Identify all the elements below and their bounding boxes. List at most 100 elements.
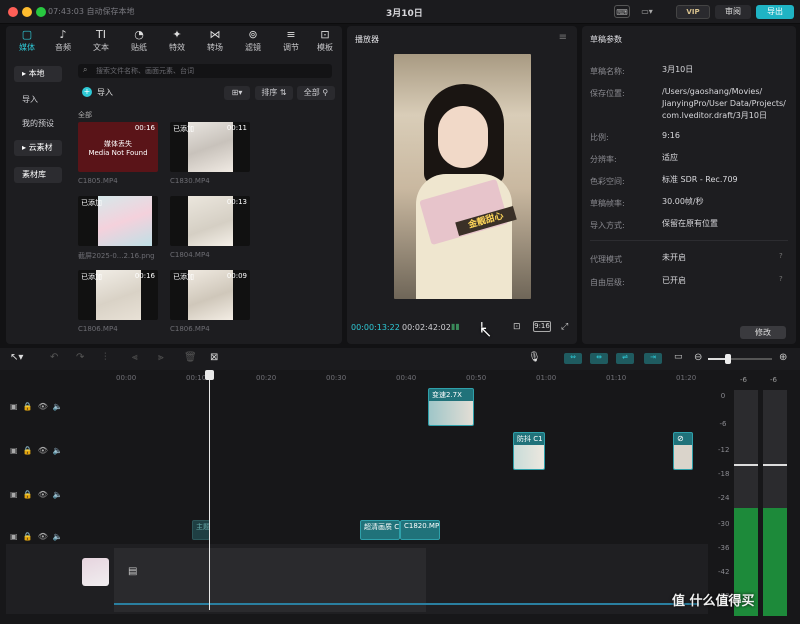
timeline-clip[interactable]: 超清画质 C xyxy=(360,520,400,540)
media-item[interactable]: 已添加 xyxy=(78,196,158,246)
close-window-button[interactable] xyxy=(8,7,18,17)
keyboard-icon[interactable]: ⌨ xyxy=(614,5,630,18)
screenshot-icon[interactable]: ⊡ xyxy=(513,322,521,332)
filter-all-button[interactable]: 全部 ⚲ xyxy=(297,86,335,100)
auto-snap-icon[interactable]: ⇹ xyxy=(590,353,608,364)
tab-filters[interactable]: ⊚ 滤镜 xyxy=(234,26,272,54)
timeline-clip[interactable]: 主题 xyxy=(192,520,210,540)
help-icon[interactable]: ? xyxy=(779,275,783,283)
import-mode-value: 保留在原有位置 xyxy=(662,219,718,228)
current-timecode: 00:00:13:22 xyxy=(351,323,400,332)
tab-templates[interactable]: ⊡ 模板 xyxy=(308,26,342,54)
layout-icon[interactable]: ▭▾ xyxy=(636,5,658,18)
sticker-icon: ◔ xyxy=(134,28,144,41)
export-button[interactable]: 导出 xyxy=(756,5,794,19)
fullscreen-icon[interactable]: ⤢ xyxy=(561,322,568,332)
search-input[interactable]: 搜索文件名称、画面元素、台词 xyxy=(78,64,332,78)
preview-axis-icon[interactable]: ⇥ xyxy=(644,353,662,364)
track-controls[interactable]: ▣ 🔒 👁 🔈 xyxy=(10,402,63,411)
proxy-mode-value: 未开启 xyxy=(662,253,686,262)
sidebar-item-import[interactable]: 导入 xyxy=(14,92,62,108)
sidebar-item-presets[interactable]: 我的预设 xyxy=(14,116,62,132)
delete-icon[interactable]: 🗑 xyxy=(184,352,197,363)
media-item[interactable]: 00:16 媒体丢失 Media Not Found xyxy=(78,122,158,172)
tab-adjust[interactable]: ≡ 调节 xyxy=(272,26,310,54)
face-shape xyxy=(438,106,488,168)
frame-capture-icon[interactable]: ⊠ xyxy=(210,352,218,363)
sidebar-item-cloud[interactable]: ▸ 云素材 xyxy=(14,140,62,156)
media-item[interactable]: 已添加 00:09 xyxy=(170,270,250,320)
transition-icon: ⋈ xyxy=(209,28,221,41)
section-label: 全部 xyxy=(78,111,92,119)
timeline-clip[interactable]: 防抖 C1 xyxy=(513,432,545,470)
cover-thumbnail[interactable] xyxy=(82,558,109,586)
film-icon: ▤ xyxy=(128,566,138,577)
tab-text[interactable]: TI 文本 xyxy=(82,26,120,54)
import-button[interactable]: 导入 xyxy=(97,87,113,98)
frame-rate-value: 30.00帧/秒 xyxy=(662,197,704,206)
view-toggle-icon[interactable]: ⊞▾ xyxy=(224,86,250,100)
select-cursor-icon[interactable]: ↖▾ xyxy=(10,352,23,363)
template-icon: ⊡ xyxy=(320,28,330,41)
filter-icon: ⊚ xyxy=(248,28,258,41)
menu-icon[interactable]: ≡ xyxy=(559,32,567,43)
watermark: 值 什么值得买 xyxy=(672,594,755,609)
media-item[interactable]: 已添加 00:11 xyxy=(170,122,250,172)
media-item[interactable]: 00:13 xyxy=(170,196,250,246)
ratio-button[interactable]: 9:16 xyxy=(533,321,551,332)
linkage-icon[interactable]: ⇌ xyxy=(616,353,634,364)
help-icon[interactable]: ? xyxy=(779,252,783,260)
meter-right xyxy=(763,390,787,616)
undo-icon[interactable]: ↶ xyxy=(50,352,58,363)
modify-button[interactable]: 修改 xyxy=(740,326,786,339)
timeline-clip[interactable]: ⊘ xyxy=(673,432,693,470)
player-title: 播放器 xyxy=(355,35,379,44)
draft-params-panel: 草稿参数 草稿名称: 3月10日 保存位置: /Users/gaoshang/M… xyxy=(582,26,796,344)
total-timecode: 00:02:42:02 xyxy=(402,323,451,332)
tab-media[interactable]: ▢ 媒体 xyxy=(8,26,46,54)
media-icon: ▢ xyxy=(21,28,33,41)
video-preview[interactable]: 金靓甜心 xyxy=(394,54,531,299)
microphone-icon[interactable]: 🎙 xyxy=(528,352,541,363)
timeline-clip[interactable]: 变速2.7X xyxy=(428,388,474,426)
sidebar-item-library[interactable]: 素材库 xyxy=(14,167,62,183)
media-panel: ▢ 媒体 ♪ 音频 TI 文本 ◔ 贴纸 ✦ 特效 ⋈ 转场 ⊚ 滤镜 ≡ 调节 ⊡ 模板 ▸ 本… xyxy=(6,26,342,344)
tab-stickers[interactable]: ◔ 贴纸 xyxy=(120,26,158,54)
color-space-value: 标准 SDR - Rec.709 xyxy=(662,175,738,184)
main-track-magnet-icon[interactable]: ⇔ xyxy=(564,353,582,364)
playhead-handle[interactable] xyxy=(205,370,214,380)
track-controls[interactable]: ▣ 🔒 👁 🔈 xyxy=(10,532,63,541)
tab-effects[interactable]: ✦ 特效 xyxy=(158,26,196,54)
tab-audio[interactable]: ♪ 音频 xyxy=(44,26,82,54)
autosave-status: 07:43:03 自动保存本地 xyxy=(48,7,135,16)
resolution-value: 适应 xyxy=(662,153,678,162)
track-controls[interactable]: ▣ 🔒 👁 🔈 xyxy=(10,490,63,499)
zoom-out-icon[interactable]: ⊖ xyxy=(694,352,702,363)
audio-line xyxy=(114,603,699,605)
save-path-value: /Users/gaoshang/Movies/ JianyingPro/User… xyxy=(662,87,786,120)
vip-button[interactable]: VIP xyxy=(676,5,710,19)
timeline-clip[interactable]: C1820.MP4 xyxy=(400,520,440,540)
zoom-slider-handle[interactable] xyxy=(725,354,731,364)
waveform-icon: ▮▮ xyxy=(451,322,460,331)
preview-icon[interactable]: ▭ xyxy=(674,352,683,362)
mouse-cursor-icon: ↖ xyxy=(479,322,493,341)
track-controls[interactable]: ▣ 🔒 👁 🔈 xyxy=(10,446,63,455)
maximize-window-button[interactable] xyxy=(36,7,46,17)
playhead[interactable] xyxy=(209,370,210,610)
media-item[interactable]: 已添加 00:16 xyxy=(78,270,158,320)
draft-title: 草稿参数 xyxy=(590,35,622,44)
player-panel: 播放器 ≡ 金靓甜心 00:00:13:22 00:02:42:02 ▮▮ ❙ … xyxy=(347,26,577,344)
tab-transitions[interactable]: ⋈ 转场 xyxy=(196,26,234,54)
minimize-window-button[interactable] xyxy=(22,7,32,17)
sort-button[interactable]: 排序 ⇅ xyxy=(255,86,293,100)
zoom-in-icon[interactable]: ⊕ xyxy=(779,352,787,363)
split-left-icon[interactable]: ⫷ xyxy=(132,352,138,363)
split-icon[interactable]: ⫶ xyxy=(104,352,107,363)
split-right-icon[interactable]: ⫸ xyxy=(158,352,164,363)
free-layer-value: 已开启 xyxy=(662,276,686,285)
import-plus-icon: + xyxy=(82,87,92,97)
review-button[interactable]: 审阅 xyxy=(715,5,751,19)
sidebar-item-local[interactable]: ▸ 本地 xyxy=(14,66,62,82)
redo-icon[interactable]: ↷ xyxy=(76,352,84,363)
